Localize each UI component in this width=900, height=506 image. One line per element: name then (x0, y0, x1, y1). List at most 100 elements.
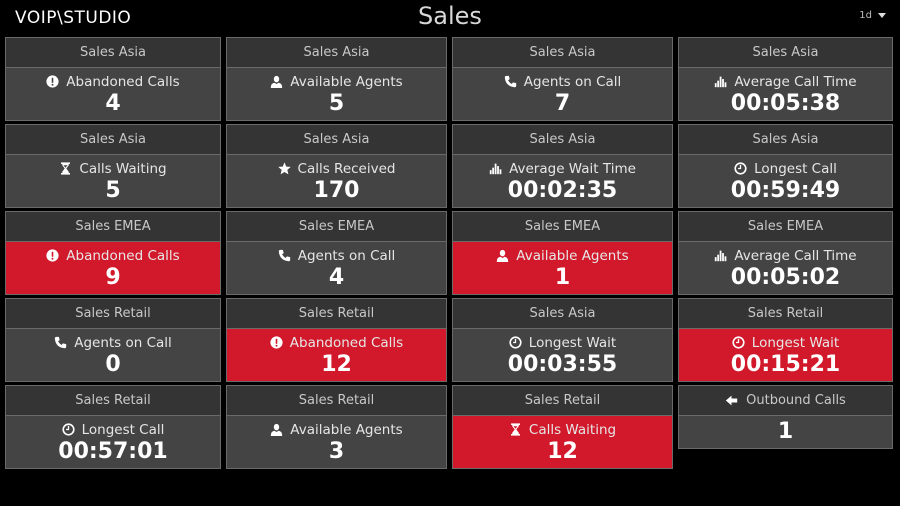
tile-body: Calls Received 170 (227, 155, 446, 207)
tile-metric: Calls Received (277, 159, 396, 178)
bar-chart-icon (714, 75, 727, 88)
tile-group-name: Sales Asia (453, 299, 672, 329)
tile-body: Calls Waiting 5 (6, 155, 220, 207)
tile-value: 3 (328, 439, 345, 464)
hourglass-icon (509, 423, 522, 436)
star-icon (277, 162, 291, 175)
tile-metric: Abandoned Calls (270, 333, 403, 352)
tile-metric-label: Longest Wait (751, 334, 840, 351)
user-icon (270, 423, 283, 436)
tile-value: 4 (105, 91, 121, 116)
tile-metric: Longest Wait (509, 333, 616, 352)
tile-metric-label: Calls Waiting (528, 421, 617, 438)
tile-metric: Longest Call (734, 159, 837, 178)
tile-metric-label: Calls Received (297, 160, 396, 177)
tile-metric-label: Outbound Calls (746, 393, 846, 408)
page-title: Sales (418, 2, 482, 30)
clock-icon (734, 162, 747, 175)
tile-metric: Abandoned Calls (46, 72, 180, 91)
tile-metric-label: Available Agents (290, 73, 403, 90)
tile-metric-label: Longest Wait (528, 334, 617, 351)
tile-metric-label: Abandoned Calls (66, 247, 180, 264)
stat-tile[interactable]: Sales EMEA Available Agents 1 (452, 211, 673, 295)
clock-icon (732, 336, 745, 349)
tile-body: Available Agents 5 (227, 68, 446, 120)
stat-tile[interactable]: Sales Asia Longest Call 00:59:49 (678, 124, 893, 208)
phone-icon (278, 249, 291, 262)
stat-tile[interactable]: Sales Asia Abandoned Calls 4 (5, 37, 221, 121)
tile-value: 5 (105, 178, 121, 203)
stat-tile[interactable]: Sales Retail Agents on Call 0 (5, 298, 221, 382)
stat-tile[interactable]: Sales Retail Available Agents 3 (226, 385, 447, 469)
tile-metric: Agents on Call (504, 72, 621, 91)
arrow-left-icon (725, 394, 738, 407)
tile-group-name: Sales Retail (453, 386, 672, 416)
tile-group-name: Sales EMEA (6, 212, 220, 242)
tile-metric-label: Available Agents (516, 247, 629, 264)
tile-group-name: Sales Asia (453, 38, 672, 68)
tile-group-name: Sales Retail (679, 299, 892, 329)
tile-value: 00:02:35 (507, 178, 618, 203)
tile-metric: Average Wait Time (489, 159, 636, 178)
clock-icon (509, 336, 522, 349)
tile-metric-label: Average Wait Time (509, 160, 636, 177)
tile-metric: Available Agents (270, 72, 403, 91)
tile-metric-label: Abandoned Calls (289, 334, 404, 351)
tile-body: Abandoned Calls 4 (6, 68, 220, 120)
phone-icon (54, 336, 67, 349)
tile-metric-label: Average Call Time (734, 73, 857, 90)
stat-tile[interactable]: Sales EMEA Average Call Time 00:05:02 (678, 211, 893, 295)
tile-value: 9 (105, 265, 121, 290)
tile-metric-label: Average Call Time (734, 247, 857, 264)
tile-value: 7 (554, 91, 571, 116)
stat-tile[interactable]: Sales Asia Average Call Time 00:05:38 (678, 37, 893, 121)
tile-body: 1 (679, 416, 892, 447)
tile-body: Longest Call 00:59:49 (679, 155, 892, 207)
tile-value: 1 (554, 265, 571, 290)
tile-group-name: Sales EMEA (679, 212, 892, 242)
tile-metric-label: Calls Waiting (79, 160, 167, 177)
tile-body: Abandoned Calls 9 (6, 242, 220, 294)
tile-value: 1 (777, 419, 794, 444)
tile-metric: Available Agents (496, 246, 629, 265)
stat-tile[interactable]: Sales Asia Longest Wait 00:03:55 (452, 298, 673, 382)
tile-metric: Agents on Call (278, 246, 396, 265)
stat-tile[interactable]: Sales Asia Agents on Call 7 (452, 37, 673, 121)
tile-body: Average Call Time 00:05:38 (679, 68, 892, 120)
exclamation-circle-icon (46, 75, 59, 88)
phone-icon (504, 75, 517, 88)
tile-value: 00:05:02 (730, 265, 841, 290)
user-icon (496, 249, 509, 262)
tile-value: 5 (328, 91, 345, 116)
stat-tile[interactable]: Sales Asia Available Agents 5 (226, 37, 447, 121)
tile-metric-label: Agents on Call (297, 247, 396, 264)
tile-body: Available Agents 1 (453, 242, 672, 294)
tile-metric-label: Agents on Call (74, 334, 172, 351)
stat-tile[interactable]: Sales EMEA Agents on Call 4 (226, 211, 447, 295)
stat-tile[interactable]: Sales Asia Average Wait Time 00:02:35 (452, 124, 673, 208)
tile-metric: Calls Waiting (59, 159, 167, 178)
tile-metric: Agents on Call (54, 333, 172, 352)
stat-tile[interactable]: Sales Retail Calls Waiting 12 (452, 385, 673, 469)
tile-metric: Calls Waiting (509, 420, 616, 439)
period-value: 1d (859, 10, 872, 21)
stat-tile[interactable]: Sales Retail Abandoned Calls 12 (226, 298, 447, 382)
stat-tile[interactable]: Sales Asia Calls Waiting 5 (5, 124, 221, 208)
tile-group-name: Sales Retail (227, 299, 446, 329)
tile-metric: Average Call Time (714, 246, 857, 265)
stat-tile[interactable]: Sales Retail Longest Wait 00:15:21 (678, 298, 893, 382)
tile-body: Longest Wait 00:03:55 (453, 329, 672, 381)
stat-tile[interactable]: Sales Asia Calls Received 170 (226, 124, 447, 208)
tile-group-name: Sales Asia (6, 38, 220, 68)
stat-tile[interactable]: Sales Retail Longest Call 00:57:01 (5, 385, 221, 469)
tile-body: Agents on Call 0 (6, 329, 220, 381)
tile-group-name: Sales Asia (453, 125, 672, 155)
top-bar: VOIP\STUDIO Sales 1d (0, 0, 900, 36)
period-dropdown[interactable]: 1d (859, 10, 886, 21)
outbound-calls-tile[interactable]: Outbound Calls 1 (678, 385, 893, 449)
stat-tile[interactable]: Sales EMEA Abandoned Calls 9 (5, 211, 221, 295)
tile-metric: Longest Call (62, 420, 164, 439)
tile-group-name: Sales Asia (227, 38, 446, 68)
caret-down-icon (878, 13, 886, 18)
bar-chart-icon (714, 249, 727, 262)
